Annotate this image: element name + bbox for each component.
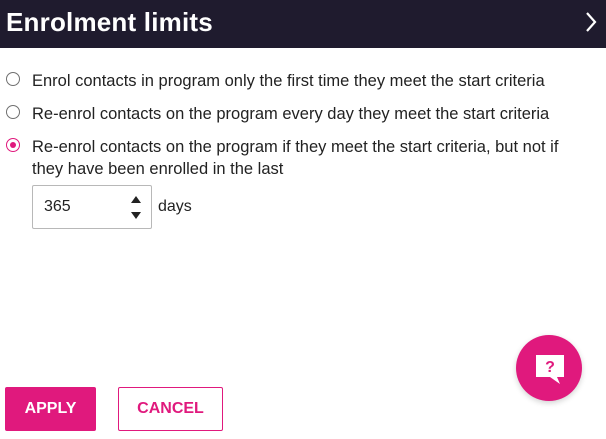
apply-button[interactable]: APPLY bbox=[5, 387, 96, 431]
panel-title: Enrolment limits bbox=[6, 7, 213, 37]
radio-reenrol-interval[interactable] bbox=[6, 138, 20, 152]
interval-days-stepper[interactable]: 365 bbox=[32, 185, 152, 229]
cancel-button[interactable]: CANCEL bbox=[118, 387, 223, 431]
option-reenrol-interval[interactable]: Re-enrol contacts on the program if they… bbox=[6, 136, 596, 182]
option-label: Re-enrol contacts on the program if they… bbox=[32, 138, 559, 178]
option-reenrol-every-day[interactable]: Re-enrol contacts on the program every d… bbox=[6, 103, 596, 127]
interval-unit-label: days bbox=[158, 198, 192, 215]
svg-text:?: ? bbox=[545, 359, 555, 376]
chevron-right-icon[interactable] bbox=[584, 10, 598, 34]
interval-days-value[interactable]: 365 bbox=[44, 198, 71, 216]
option-label: Re-enrol contacts on the program every d… bbox=[32, 105, 550, 123]
radio-enrol-first-time[interactable] bbox=[6, 72, 20, 86]
option-label: Enrol contacts in program only the first… bbox=[32, 72, 545, 90]
help-button[interactable]: ? bbox=[516, 335, 582, 401]
increment-icon[interactable] bbox=[130, 195, 142, 205]
stepper-arrows bbox=[130, 195, 142, 221]
panel-header: Enrolment limits bbox=[0, 0, 606, 48]
decrement-icon[interactable] bbox=[130, 210, 142, 220]
radio-reenrol-every-day[interactable] bbox=[6, 105, 20, 119]
help-chat-icon: ? bbox=[536, 355, 564, 384]
enrolment-limits-panel: Enrolment limits Enrol contacts in progr… bbox=[0, 0, 606, 439]
option-enrol-first-time[interactable]: Enrol contacts in program only the first… bbox=[6, 70, 596, 94]
